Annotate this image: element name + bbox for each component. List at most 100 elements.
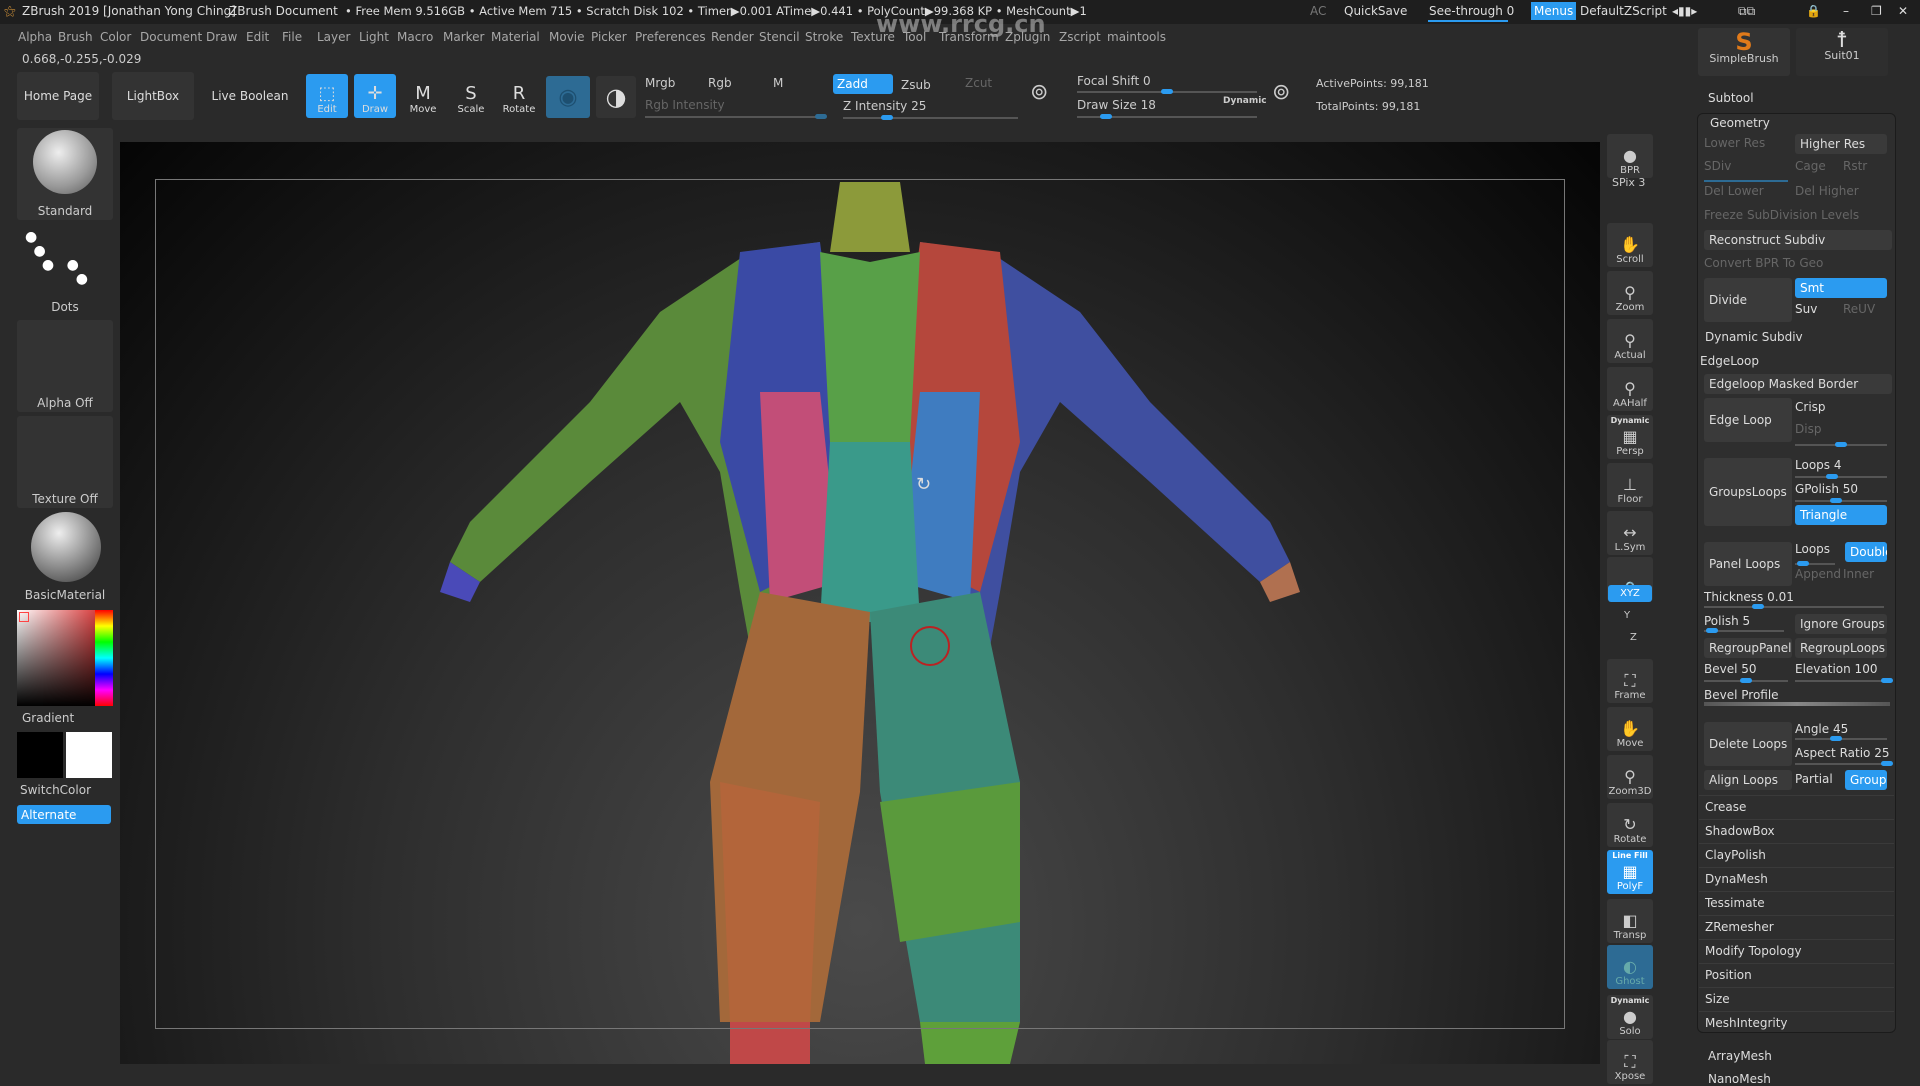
ac-label[interactable]: AC [1310,4,1326,18]
focal-d-icon[interactable]: ⊚ [1272,80,1290,105]
groups-toggle[interactable]: Groups [1845,770,1887,790]
menu-alpha[interactable]: Alpha [18,30,52,44]
primary-color-swatch[interactable] [17,732,63,778]
append-toggle[interactable]: Append [1795,567,1841,581]
mrgb-button[interactable]: Mrgb [645,76,675,90]
bevel-profile-track[interactable] [1704,702,1890,706]
angle-slider[interactable]: Angle 45 [1795,722,1848,736]
zadd-button[interactable]: Zadd [833,74,893,94]
subtool-thumb[interactable]: ☨ Suit01 [1796,28,1888,76]
view-button-zoom[interactable]: ⚲ Zoom [1607,271,1653,315]
lock-icon[interactable]: 🔒 [1806,4,1821,18]
align-loops-button[interactable]: Align Loops [1704,770,1792,790]
draw-size-slider[interactable]: Draw Size 18 [1077,98,1156,112]
rotate-button[interactable]: R Rotate [498,74,540,118]
focal-shift-track[interactable] [1077,89,1257,94]
rstr-button[interactable]: Rstr [1843,159,1867,173]
edge-loop-button[interactable]: Edge Loop [1704,398,1792,442]
alternate-button[interactable]: Alternate [17,805,111,824]
slider-knob[interactable] [1752,604,1764,609]
elevation-slider[interactable]: Elevation 100 [1795,662,1877,676]
double-toggle[interactable]: Double [1845,542,1887,562]
delete-loops-button[interactable]: Delete Loops [1704,722,1792,766]
section-position[interactable]: Position [1699,963,1894,986]
freeze-subdivision-button[interactable]: Freeze SubDivision Levels [1704,208,1859,222]
z-symmetry-button[interactable]: Z [1630,632,1637,643]
section-tessimate[interactable]: Tessimate [1699,891,1894,914]
simple-brush-thumb[interactable]: S SimpleBrush [1698,28,1790,76]
gradient-label[interactable]: Gradient [22,711,74,725]
section-dynamesh[interactable]: DynaMesh [1699,867,1894,890]
live-boolean-button[interactable]: Live Boolean [205,72,295,120]
draw-size-track[interactable] [1077,114,1257,119]
menu-tool[interactable]: Tool [903,30,926,44]
menus-button[interactable]: Menus [1531,2,1577,20]
view-button-transp[interactable]: ◧ Transp [1607,899,1653,943]
menu-zscript[interactable]: Zscript [1059,30,1101,44]
scale-button[interactable]: S Scale [450,74,492,118]
switch-color-button[interactable]: SwitchColor [20,783,91,797]
rgb-button[interactable]: Rgb [708,76,732,90]
menu-file[interactable]: File [282,30,302,44]
slider-knob[interactable] [1881,761,1893,766]
layout-arrows-icon[interactable]: ◂▮▮▸ [1672,4,1697,18]
menu-document[interactable]: Document [140,30,202,44]
panel-slider-track[interactable] [1704,628,1784,633]
rgb-intensity-track[interactable] [645,114,827,119]
menu-material[interactable]: Material [491,30,540,44]
reuv-toggle[interactable]: ReUV [1843,302,1875,316]
close-icon[interactable]: ✕ [1898,4,1908,18]
view-button-lsym[interactable]: ↔ L.Sym [1607,511,1653,555]
panel-slider-track[interactable] [1795,678,1893,683]
reconstruct-subdiv-button[interactable]: Reconstruct Subdiv [1704,230,1892,250]
arraymesh-header[interactable]: ArrayMesh [1708,1049,1772,1063]
suv-toggle[interactable]: Suv [1795,302,1817,316]
panel-loops-button[interactable]: Panel Loops [1704,542,1792,586]
restore-icon[interactable]: ❐ [1871,4,1882,18]
sphere-brush-icon[interactable]: ◉ [546,76,590,118]
bevel-profile-curve[interactable]: Bevel Profile [1704,688,1779,702]
menu-zplugin[interactable]: Zplugin [1005,30,1050,44]
gpolish-slider[interactable]: GPolish 50 [1795,482,1858,496]
menu-movie[interactable]: Movie [549,30,585,44]
menu-draw[interactable]: Draw [206,30,237,44]
focal-shift-slider[interactable]: Focal Shift 0 [1077,74,1151,88]
edit-button[interactable]: ⬚ Edit [306,74,348,118]
disp-slider[interactable]: Disp [1795,422,1821,436]
view-button-rotate[interactable]: ↻ Rotate [1607,803,1653,847]
section-crease[interactable]: Crease [1699,795,1894,818]
slider-knob[interactable] [1797,561,1809,566]
slider-knob[interactable] [1740,678,1752,683]
view-button-aahalf[interactable]: ⚲ AAHalf [1607,367,1653,411]
sdiv-slider[interactable]: SDiv [1704,159,1731,173]
view-button-frame[interactable]: ⛶ Frame [1607,659,1653,703]
panel-slider-track[interactable] [1795,561,1835,566]
script-button[interactable]: DefaultZScript [1580,4,1667,18]
edgeloop-section[interactable]: EdgeLoop [1700,354,1759,368]
menu-layer[interactable]: Layer [317,30,350,44]
slider-knob[interactable] [1835,442,1847,447]
menu-render[interactable]: Render [711,30,754,44]
ignore-groups-toggle[interactable]: Ignore Groups [1795,614,1887,634]
higher-res-button[interactable]: Higher Res [1795,134,1887,154]
move-button[interactable]: M Move [402,74,444,118]
panel-slider-track[interactable] [1704,604,1884,609]
xyz-symmetry-button[interactable]: XYZ [1608,585,1652,602]
brush-standard[interactable]: Standard [17,128,113,220]
menu-texture[interactable]: Texture [851,30,895,44]
menu-color[interactable]: Color [100,30,131,44]
material-sphere-icon[interactable]: ◑ [596,76,636,118]
secondary-color-swatch[interactable] [66,732,112,778]
view-button-zoom3d[interactable]: ⚲ Zoom3D [1607,755,1653,799]
aspect-ratio-slider[interactable]: Aspect Ratio 25 [1795,746,1889,760]
zcut-button[interactable]: Zcut [965,76,992,90]
menu-marker[interactable]: Marker [443,30,484,44]
view-button-ghost[interactable]: ◐ Ghost [1607,945,1653,989]
inner-toggle[interactable]: Inner [1843,567,1874,581]
polish-slider[interactable]: Polish 5 [1704,614,1750,628]
panel-slider-track[interactable] [1704,180,1788,182]
dynamic-subdiv-section[interactable]: Dynamic Subdiv [1705,330,1803,344]
section-modify-topology[interactable]: Modify Topology [1699,939,1894,962]
menu-picker[interactable]: Picker [591,30,627,44]
y-symmetry-button[interactable]: Y [1624,610,1630,621]
